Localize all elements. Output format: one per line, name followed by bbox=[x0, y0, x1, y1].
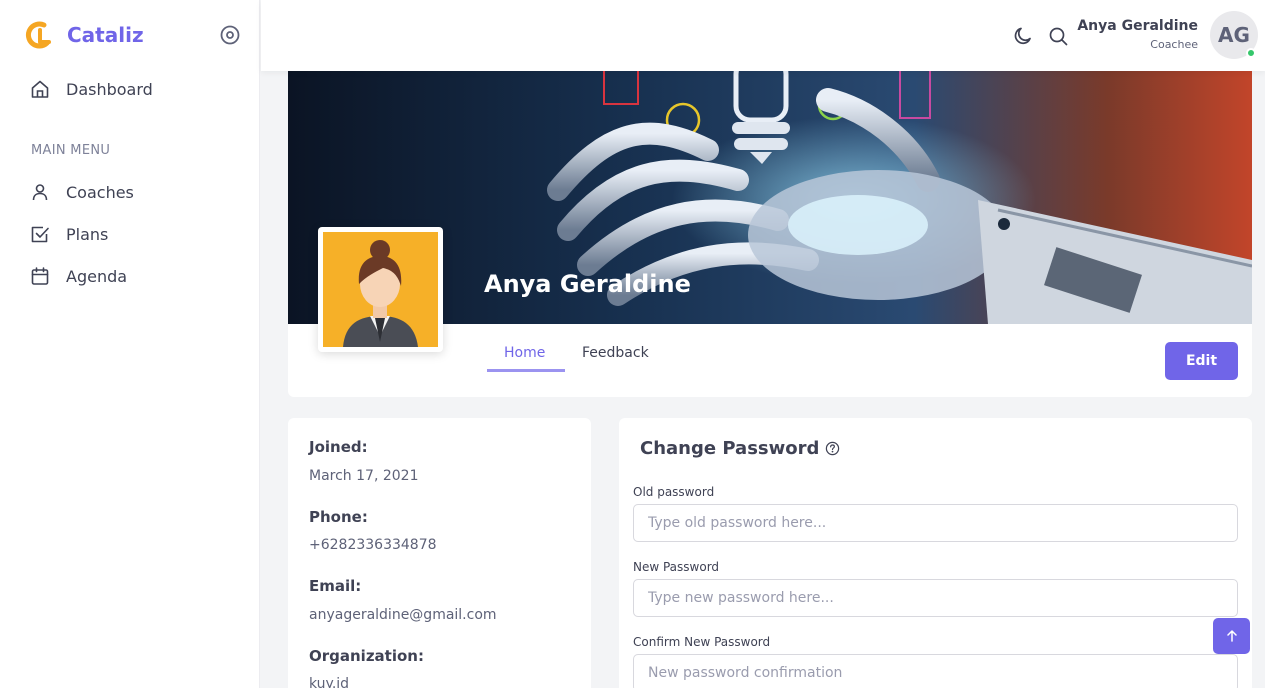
moon-icon[interactable] bbox=[1012, 25, 1034, 47]
arrow-up-icon bbox=[1226, 630, 1237, 642]
organization-value: kuy.id bbox=[309, 676, 350, 688]
organization-label: Organization: bbox=[309, 647, 424, 665]
sidebar-item-label: Agenda bbox=[66, 266, 128, 286]
check-square-icon bbox=[31, 226, 49, 243]
new-password-field[interactable] bbox=[633, 579, 1238, 617]
new-password-label: New Password bbox=[633, 560, 720, 574]
sidebar-item-dashboard[interactable]: Dashboard bbox=[30, 76, 153, 102]
sidebar-item-coaches[interactable]: Coaches bbox=[30, 179, 134, 205]
profile-avatar-illustration bbox=[323, 232, 438, 347]
scroll-to-top-button[interactable] bbox=[1213, 618, 1250, 654]
change-password-title-text: Change Password bbox=[640, 438, 820, 459]
confirm-password-field[interactable] bbox=[633, 654, 1238, 688]
email-value: anyageraldine@gmail.com bbox=[309, 607, 497, 623]
old-password-label: Old password bbox=[633, 485, 715, 499]
user-icon bbox=[32, 184, 48, 201]
profile-name: Anya Geraldine bbox=[484, 270, 691, 298]
brand-name: Cataliz bbox=[67, 23, 144, 47]
help-circle-icon[interactable] bbox=[825, 441, 840, 456]
menu-heading: MAIN MENU bbox=[31, 143, 111, 158]
profile-photo[interactable] bbox=[318, 227, 443, 352]
tab-feedback[interactable]: Feedback bbox=[582, 345, 649, 361]
edit-button[interactable]: Edit bbox=[1165, 342, 1238, 380]
cataliz-logo-icon bbox=[25, 21, 51, 49]
user-role: Coachee bbox=[1150, 38, 1198, 51]
sidebar-item-label: Plans bbox=[66, 224, 109, 244]
user-name[interactable]: Anya Geraldine bbox=[1077, 18, 1198, 34]
sidebar: Cataliz Dashboard MAIN MENU Coaches Plan… bbox=[0, 0, 260, 688]
joined-label: Joined: bbox=[309, 438, 368, 456]
phone-value: +6282336334878 bbox=[309, 537, 437, 553]
joined-value: March 17, 2021 bbox=[309, 468, 419, 484]
calendar-icon bbox=[31, 267, 49, 285]
brand[interactable]: Cataliz bbox=[24, 18, 144, 52]
confirm-password-label: Confirm New Password bbox=[633, 635, 771, 649]
sidebar-item-label: Coaches bbox=[66, 182, 134, 202]
home-icon bbox=[31, 80, 49, 98]
tab-home[interactable]: Home bbox=[504, 345, 545, 361]
topbar: Anya Geraldine Coachee AG bbox=[261, 0, 1265, 71]
online-status-indicator bbox=[1246, 48, 1256, 58]
old-password-field[interactable] bbox=[633, 504, 1238, 542]
sidebar-item-label: Dashboard bbox=[66, 79, 153, 99]
change-password-title: Change Password bbox=[640, 438, 840, 459]
email-label: Email: bbox=[309, 577, 362, 595]
sidebar-item-plans[interactable]: Plans bbox=[30, 221, 108, 247]
sidebar-item-agenda[interactable]: Agenda bbox=[30, 263, 127, 289]
sidebar-toggle-icon[interactable] bbox=[219, 24, 241, 46]
search-icon[interactable] bbox=[1047, 25, 1069, 47]
active-tab-indicator bbox=[487, 369, 565, 372]
phone-label: Phone: bbox=[309, 508, 368, 526]
